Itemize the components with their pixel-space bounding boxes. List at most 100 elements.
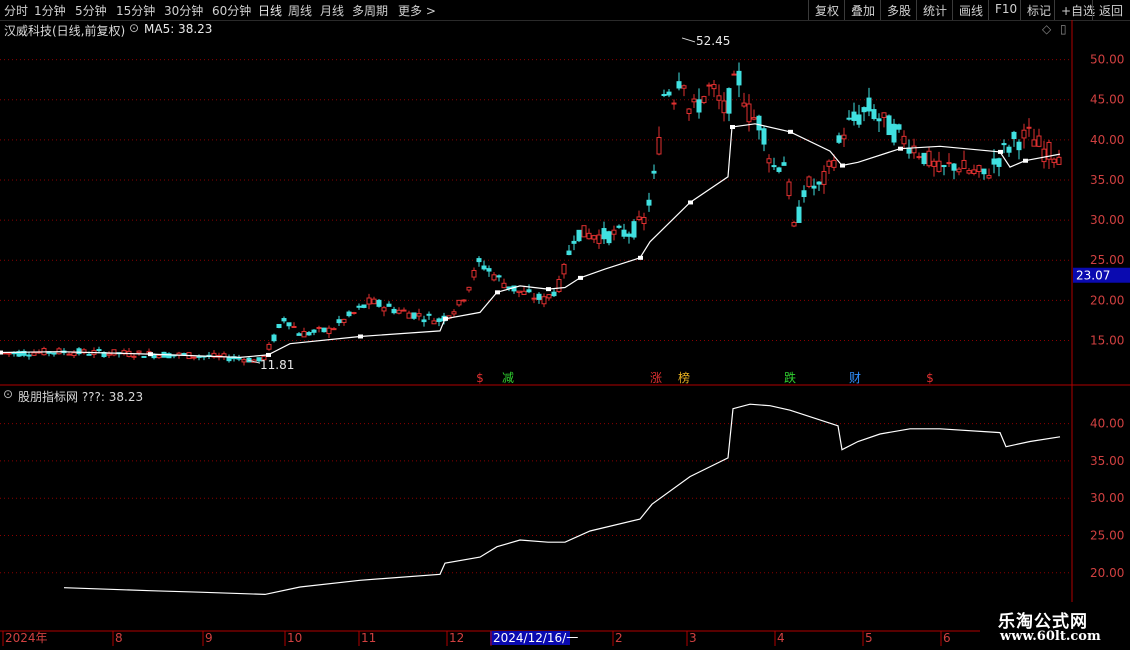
candle-up <box>636 216 642 221</box>
candle-up <box>641 216 647 225</box>
candle-down <box>486 268 492 272</box>
price-tick-label: 50.00 <box>1090 53 1124 67</box>
candle-down <box>1001 143 1007 146</box>
ma5-marker <box>0 350 3 355</box>
ma5-marker <box>840 163 845 168</box>
candle-up <box>136 350 142 354</box>
period-tab-daily[interactable]: 日线 <box>258 2 282 19</box>
multi-stock-button[interactable]: 多股 <box>880 0 917 20</box>
candle-up <box>1031 139 1037 147</box>
candle-down <box>386 303 392 307</box>
statistics-button[interactable]: 统计 <box>916 0 953 20</box>
period-tab-60min[interactable]: 60分钟 <box>212 2 251 19</box>
time-tick-label: 2 <box>615 631 623 645</box>
indicator-lines <box>0 123 1061 596</box>
candle-up <box>401 309 407 312</box>
price-tick-label: 45.00 <box>1090 93 1124 107</box>
candle-down <box>336 319 342 324</box>
candle-up <box>541 296 547 305</box>
kline-chart[interactable]: 50.00 45.00 40.00 35.00 30.00 25.00 20.00 15.00… <box>0 20 1130 650</box>
period-tab-5min[interactable]: 5分钟 <box>75 2 107 19</box>
price-tick-label: 40.00 <box>1090 133 1124 147</box>
candle-down <box>796 206 802 223</box>
candle-up <box>1036 135 1042 147</box>
f10-button[interactable]: F10 <box>988 0 1023 20</box>
overlay-button[interactable]: 叠加 <box>844 0 881 20</box>
period-tab-15min[interactable]: 15分钟 <box>116 2 155 19</box>
event-marker: 跌 <box>784 370 796 385</box>
period-tab-monthly[interactable]: 月线 <box>320 2 344 19</box>
candle-down <box>646 199 652 206</box>
candle-down <box>476 258 482 263</box>
candle-up <box>471 269 477 278</box>
period-toolbar: 分时 1分钟 5分钟 15分钟 30分钟 60分钟 日线 周线 月线 多周期 更… <box>0 0 1130 21</box>
candle-down <box>536 293 542 300</box>
candle-up <box>1056 156 1062 165</box>
event-marker: 涨 <box>650 370 662 385</box>
back-button[interactable]: 返回 <box>1092 0 1129 20</box>
ma5-marker <box>998 149 1003 154</box>
period-tab-multi[interactable]: 多周期 <box>352 2 388 19</box>
candle-up <box>416 313 422 317</box>
candle-up <box>691 98 697 103</box>
candle-up <box>596 234 602 244</box>
candle-up <box>331 328 337 331</box>
sub-indicator-line <box>63 403 1061 596</box>
candle-down <box>891 123 897 143</box>
candle-down <box>631 221 637 238</box>
ma5-marker <box>578 275 583 280</box>
candle-down <box>781 162 787 166</box>
ma5-marker <box>358 334 363 339</box>
candle-up <box>731 73 737 76</box>
period-tab-weekly[interactable]: 周线 <box>288 2 312 19</box>
sub-tick-label: 35.00 <box>1090 454 1124 468</box>
candle-down <box>606 231 612 244</box>
candle-up <box>986 175 992 179</box>
mark-button[interactable]: 标记 <box>1020 0 1057 20</box>
candle-up <box>451 311 457 315</box>
period-tab-1min[interactable]: 1分钟 <box>34 2 66 19</box>
time-tick-label: 6 <box>943 631 951 645</box>
sub-tick-label: 20.00 <box>1090 566 1124 580</box>
draw-line-button[interactable]: 画线 <box>952 0 989 20</box>
candle-up <box>466 286 472 291</box>
period-tab-30min[interactable]: 30分钟 <box>164 2 203 19</box>
candle-up <box>821 171 827 185</box>
candle-up <box>6 352 12 355</box>
period-tab-timeshare[interactable]: 分时 <box>4 2 28 19</box>
ma5-marker <box>495 290 500 295</box>
candle-up <box>1021 129 1027 139</box>
axes <box>0 20 1130 632</box>
candle-up <box>406 312 412 319</box>
candle-down <box>496 275 502 278</box>
candle-down <box>411 312 417 319</box>
restore-rights-button[interactable]: 复权 <box>808 0 845 20</box>
ma5-marker <box>443 316 448 321</box>
candle-up <box>591 235 597 240</box>
time-tick-label: 2024年 <box>5 631 48 645</box>
ma5-marker <box>898 146 903 151</box>
candle-down <box>346 311 352 317</box>
candle-up <box>786 181 792 197</box>
candle-up <box>721 100 727 114</box>
time-tick-label: 11 <box>361 631 376 645</box>
candle-up <box>946 162 952 165</box>
candlesticks <box>1 62 1062 366</box>
ma5-marker <box>546 287 551 292</box>
candle-up <box>751 117 757 120</box>
candle-down <box>571 240 577 244</box>
candle-up <box>301 331 307 338</box>
event-marker: $ <box>476 371 484 385</box>
candle-down <box>801 190 807 198</box>
candle-up <box>831 160 837 168</box>
candle-up <box>191 356 197 359</box>
ma5-marker <box>148 352 153 357</box>
candle-down <box>376 299 382 307</box>
candle-down <box>771 165 777 168</box>
candle-down <box>76 348 82 355</box>
more-menu-button[interactable]: 更多 > <box>398 2 436 19</box>
price-tick-label: 20.00 <box>1090 293 1124 307</box>
candle-up <box>686 108 692 114</box>
candle-down <box>1006 146 1012 153</box>
candle-up <box>531 297 537 300</box>
